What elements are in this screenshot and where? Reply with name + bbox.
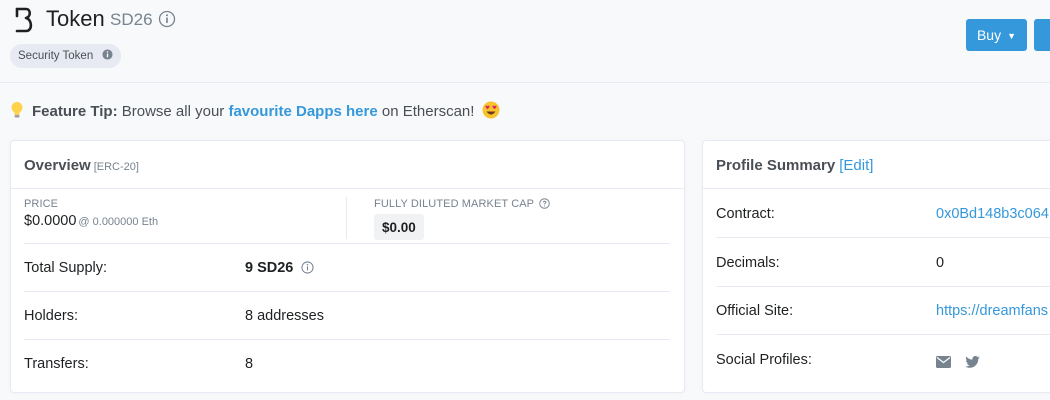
- info-icon[interactable]: [158, 10, 176, 28]
- transfers-value[interactable]: 8: [245, 356, 253, 372]
- buy-label: Buy: [976, 27, 1002, 43]
- tip-label: Feature Tip:: [32, 103, 118, 120]
- overview-card: Overview [ERC-20] PRICE $0.0000 @ 0.000000…: [10, 140, 685, 393]
- price-label: PRICE: [24, 198, 59, 210]
- overview-card-header: Overview [ERC-20]: [11, 141, 684, 189]
- tip-text-after: on Etherscan!: [381, 103, 475, 120]
- lightbulb-icon: [11, 102, 23, 118]
- market-cap-value: $0.00: [374, 214, 424, 240]
- market-cap-label-text: FULLY DILUTED MARKET CAP: [374, 198, 534, 210]
- decimals-row: Decimals: 0: [716, 238, 1050, 287]
- price-eth: @ 0.000000 Eth: [78, 216, 159, 228]
- contract-row: Contract: 0x0Bd148b3c064: [716, 189, 1050, 238]
- profile-card-header: Profile Summary [Edit]: [703, 141, 1050, 189]
- total-supply-amount: 9 SD26: [245, 260, 294, 276]
- price-usd: $0.0000: [24, 213, 77, 229]
- holders-label: Holders:: [24, 308, 78, 324]
- twitter-icon[interactable]: [965, 355, 981, 373]
- tip-text-before: Browse all your: [121, 103, 225, 120]
- buy-button[interactable]: Buy ▼: [966, 19, 1027, 51]
- price-block: PRICE $0.0000 @ 0.000000 Eth: [24, 198, 158, 229]
- info-icon: [102, 49, 113, 61]
- more-actions-button[interactable]: [1034, 19, 1050, 51]
- token-standard: [ERC-20]: [93, 161, 139, 173]
- price-value: $0.0000 @ 0.000000 Eth: [24, 213, 158, 229]
- decimals-value: 0: [936, 255, 945, 271]
- social-profiles-label: Social Profiles:: [716, 352, 812, 368]
- social-icons: [936, 355, 990, 373]
- badge-label: Security Token: [18, 50, 94, 62]
- profile-title-text: Profile Summary: [716, 157, 836, 174]
- brand-logo-icon: [15, 7, 33, 33]
- question-circle-icon[interactable]: [539, 198, 550, 209]
- decimals-label: Decimals:: [716, 255, 780, 271]
- page-header: Token SD26 Security Token Buy ▼: [0, 0, 1050, 83]
- envelope-icon[interactable]: [936, 355, 951, 373]
- divider: [346, 197, 347, 239]
- profile-summary-card: Profile Summary [Edit] Contract: 0x0Bd148…: [702, 140, 1050, 393]
- total-supply-row: Total Supply: 9 SD26: [24, 243, 670, 292]
- overview-title-text: Overview: [24, 157, 91, 174]
- contract-address-link[interactable]: 0x0Bd148b3c064: [936, 206, 1049, 222]
- heart-eyes-emoji-icon: [482, 101, 500, 119]
- total-supply-label: Total Supply:: [24, 260, 108, 276]
- official-site-label: Official Site:: [716, 303, 794, 319]
- feature-tip: Feature Tip: Browse all your favourite D…: [10, 101, 500, 120]
- total-supply-value: 9 SD26: [245, 260, 314, 276]
- official-site-row: Official Site: https://dreamfans: [716, 286, 1050, 335]
- profile-title: Profile Summary [Edit]: [716, 157, 873, 174]
- market-cap-block: FULLY DILUTED MARKET CAP $0.00: [374, 198, 550, 240]
- transfers-label: Transfers:: [24, 356, 89, 372]
- market-cap-label: FULLY DILUTED MARKET CAP: [374, 198, 550, 210]
- transfers-row: Transfers: 8: [24, 339, 670, 388]
- token-symbol: SD26: [110, 10, 153, 29]
- overview-title: Overview [ERC-20]: [24, 157, 139, 174]
- edit-link[interactable]: [Edit]: [839, 157, 873, 174]
- page-title: Token: [46, 6, 105, 31]
- info-icon[interactable]: [301, 261, 314, 274]
- official-site-link[interactable]: https://dreamfans: [936, 303, 1048, 319]
- favourite-dapps-link[interactable]: favourite Dapps here: [228, 103, 377, 120]
- holders-value[interactable]: 8 addresses: [245, 308, 324, 324]
- caret-down-icon: ▼: [1007, 31, 1017, 41]
- social-profiles-row: Social Profiles:: [716, 335, 1050, 383]
- contract-label: Contract:: [716, 206, 775, 222]
- holders-row: Holders: 8 addresses: [24, 291, 670, 340]
- security-token-badge[interactable]: Security Token: [10, 44, 122, 68]
